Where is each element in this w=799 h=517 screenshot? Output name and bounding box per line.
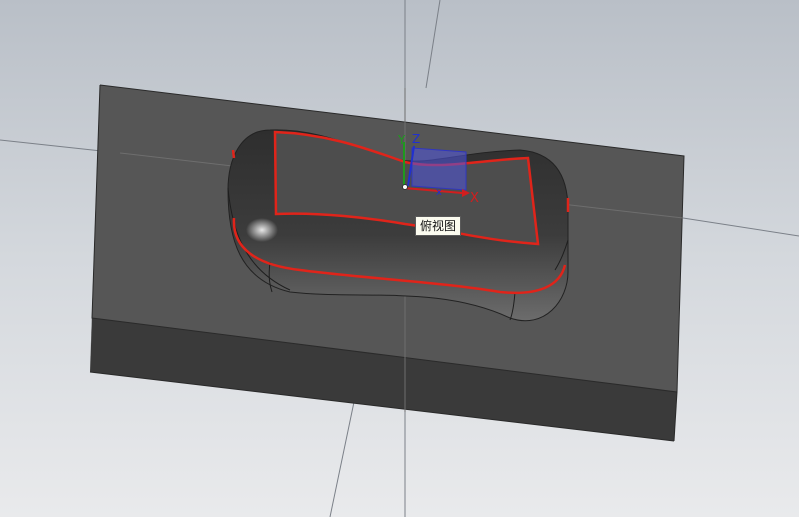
triad-small-x-label: x	[436, 187, 442, 198]
triad-y-label: Y	[397, 133, 406, 147]
view-tooltip: 俯视图	[415, 216, 462, 236]
triad-z-label: Z	[412, 132, 420, 146]
triad-origin	[402, 184, 408, 190]
model-scene[interactable]: Y Z x X	[0, 0, 799, 517]
3d-viewport[interactable]: Y Z x X 俯视图	[0, 0, 799, 517]
outer-edge-left[interactable]	[231, 149, 236, 159]
fillet-highlight	[246, 218, 278, 242]
triad-x-label: X	[470, 191, 479, 206]
triad-plane	[411, 147, 467, 191]
